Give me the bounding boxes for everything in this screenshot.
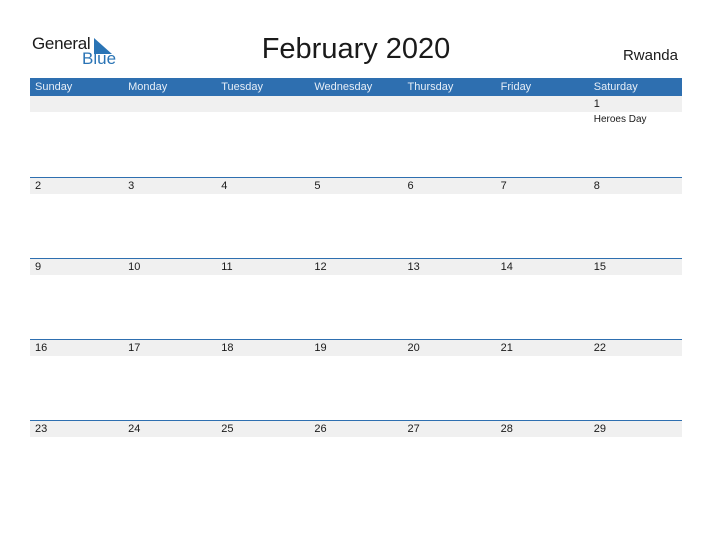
day-cell[interactable]: 2 (30, 178, 123, 238)
day-cell[interactable] (403, 96, 496, 156)
day-cell[interactable]: 8 (589, 178, 682, 238)
week-row: 9 10 11 12 13 14 15 (30, 258, 682, 339)
week-cells: 9 10 11 12 13 14 15 (30, 259, 682, 319)
day-cell[interactable]: 1 Heroes Day (589, 96, 682, 156)
week-cells: 16 17 18 19 20 21 22 (30, 340, 682, 400)
day-cell[interactable]: 10 (123, 259, 216, 319)
day-number: 10 (128, 261, 141, 273)
day-cell[interactable]: 5 (309, 178, 402, 238)
country-label: Rwanda (622, 47, 678, 64)
calendar-grid: Sunday Monday Tuesday Wednesday Thursday… (30, 78, 682, 501)
day-cell[interactable]: 29 (589, 421, 682, 481)
week-row: 16 17 18 19 20 21 22 (30, 339, 682, 420)
day-number: 7 (500, 180, 507, 192)
week-cells: 23 24 25 26 27 28 29 (30, 421, 682, 481)
week-cells: 1 Heroes Day (30, 96, 682, 156)
day-cell[interactable]: 13 (403, 259, 496, 319)
day-number: 4 (221, 180, 228, 192)
weekday-sunday: Sunday (35, 81, 73, 93)
day-cell[interactable]: 15 (589, 259, 682, 319)
week-row: 2 3 4 5 6 7 8 (30, 177, 682, 258)
weekday-tuesday: Tuesday (221, 81, 264, 93)
day-number: 12 (314, 261, 327, 273)
weekday-friday: Friday (500, 81, 532, 93)
day-number: 20 (407, 342, 420, 354)
day-cell[interactable] (496, 96, 589, 156)
day-number: 15 (593, 261, 606, 273)
week-row: 1 Heroes Day (30, 96, 682, 177)
day-number: 26 (314, 423, 327, 435)
day-cell[interactable]: 27 (403, 421, 496, 481)
weekday-monday: Monday (128, 81, 168, 93)
day-cell[interactable]: 23 (30, 421, 123, 481)
week-cells: 2 3 4 5 6 7 8 (30, 178, 682, 238)
day-cell[interactable]: 19 (309, 340, 402, 400)
day-cell[interactable]: 28 (496, 421, 589, 481)
day-number: 8 (593, 180, 600, 192)
day-cell[interactable]: 7 (496, 178, 589, 238)
day-cell[interactable]: 20 (403, 340, 496, 400)
holiday-label: Heroes Day (593, 114, 647, 125)
day-cell[interactable]: 21 (496, 340, 589, 400)
weekday-saturday: Saturday (593, 81, 638, 93)
day-number: 5 (314, 180, 321, 192)
day-cell[interactable] (30, 96, 123, 156)
day-number: 1 (593, 98, 600, 110)
day-number: 27 (407, 423, 420, 435)
day-number: 3 (128, 180, 135, 192)
day-number: 11 (221, 261, 233, 273)
day-cell[interactable]: 17 (123, 340, 216, 400)
day-number: 25 (221, 423, 234, 435)
day-cell[interactable]: 3 (123, 178, 216, 238)
day-number: 18 (221, 342, 234, 354)
day-cell[interactable]: 18 (216, 340, 309, 400)
day-number: 2 (35, 180, 42, 192)
day-cell[interactable]: 6 (403, 178, 496, 238)
day-cell[interactable]: 25 (216, 421, 309, 481)
day-cell[interactable]: 14 (496, 259, 589, 319)
weekday-thursday: Thursday (407, 81, 454, 93)
day-cell[interactable]: 22 (589, 340, 682, 400)
day-number: 6 (407, 180, 414, 192)
day-cell[interactable]: 16 (30, 340, 123, 400)
day-number: 23 (35, 423, 48, 435)
day-number: 17 (128, 342, 141, 354)
day-number: 29 (593, 423, 606, 435)
weeks-container: 1 Heroes Day 2 3 4 5 6 7 8 9 10 11 12 13 14 15 16 17 18 19 2… (30, 96, 682, 501)
day-cell[interactable] (216, 96, 309, 156)
day-cell[interactable]: 24 (123, 421, 216, 481)
day-cell[interactable] (123, 96, 216, 156)
day-number: 28 (500, 423, 513, 435)
day-cell[interactable] (309, 96, 402, 156)
day-cell[interactable]: 26 (309, 421, 402, 481)
weekday-header: Sunday Monday Tuesday Wednesday Thursday… (30, 78, 682, 96)
day-number: 22 (593, 342, 606, 354)
day-number: 14 (500, 261, 513, 273)
day-cell[interactable]: 12 (309, 259, 402, 319)
day-number: 13 (407, 261, 420, 273)
weekday-wednesday: Wednesday (314, 81, 373, 93)
day-number: 19 (314, 342, 327, 354)
calendar-title: February 2020 (261, 33, 451, 65)
day-cell[interactable]: 11 (216, 259, 309, 319)
day-number: 16 (35, 342, 48, 354)
day-cell[interactable]: 9 (30, 259, 123, 319)
day-number: 21 (500, 342, 513, 354)
day-cell[interactable]: 4 (216, 178, 309, 238)
day-number: 9 (35, 261, 42, 273)
day-number: 24 (128, 423, 141, 435)
week-row: 23 24 25 26 27 28 29 (30, 420, 682, 501)
